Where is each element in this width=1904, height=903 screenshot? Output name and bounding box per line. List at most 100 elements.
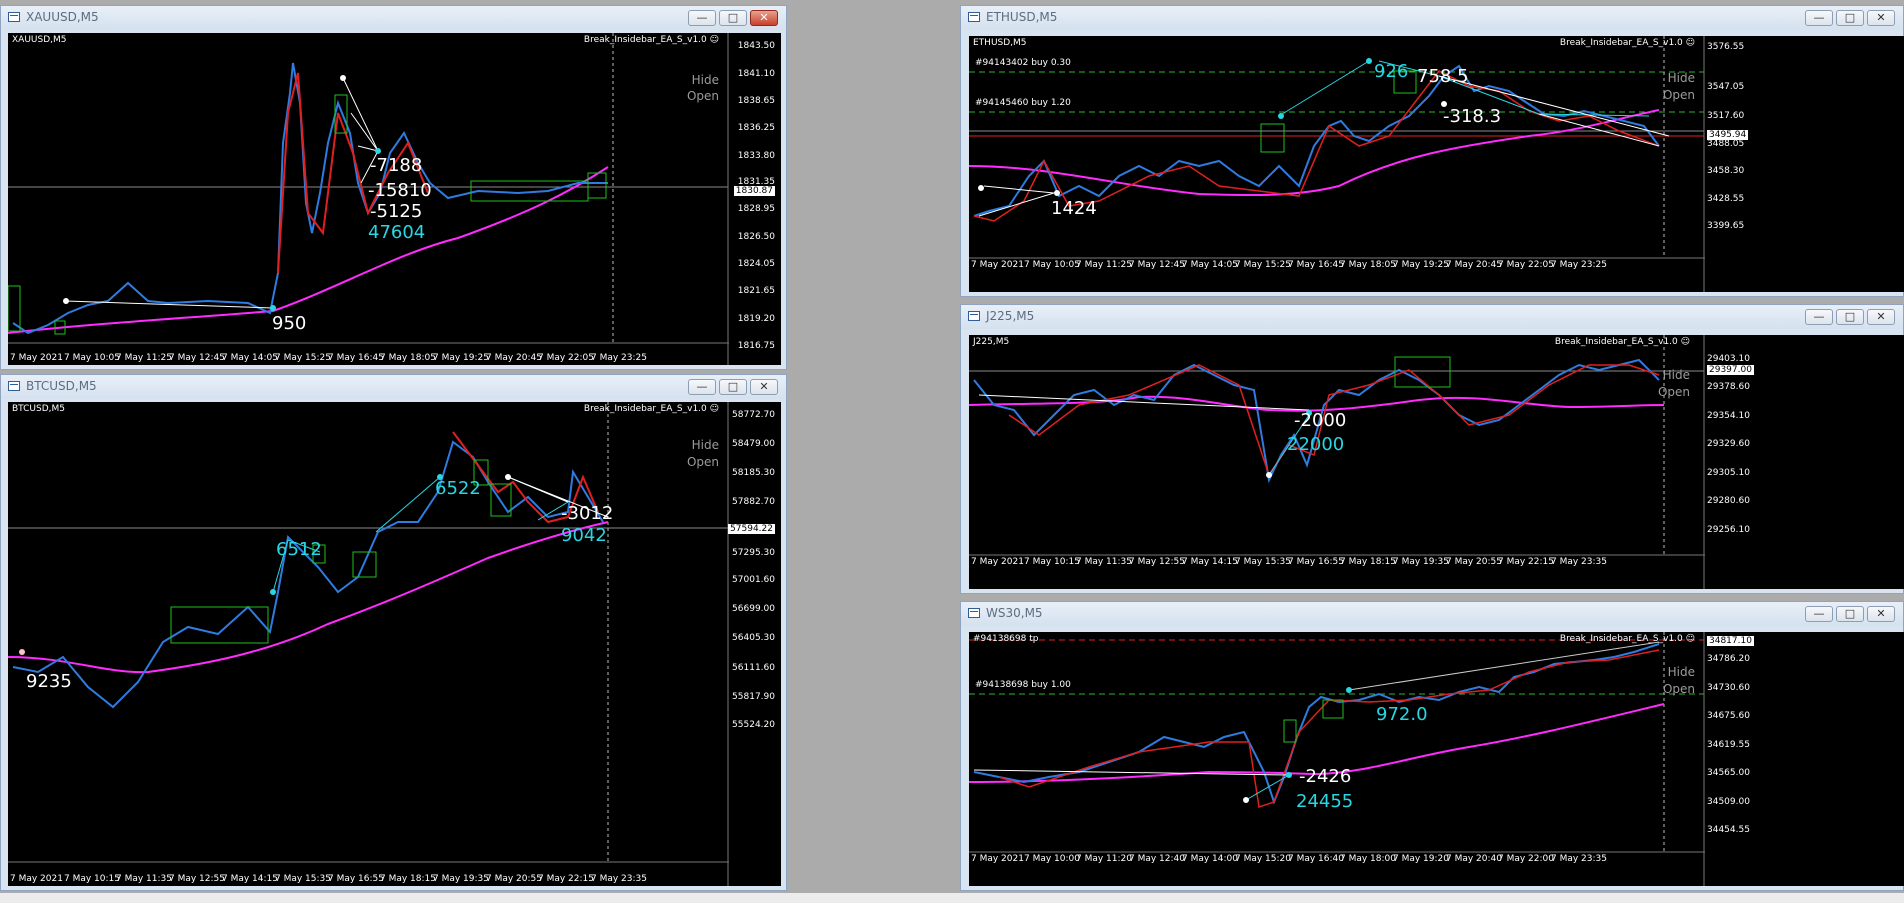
maximize-button[interactable]: □ [1836, 309, 1864, 325]
close-button[interactable]: ✕ [1867, 10, 1895, 26]
minimize-button[interactable]: — [1805, 606, 1833, 622]
time-tick: 7 May 15:25 [1235, 260, 1291, 270]
time-tick: 7 May 22:05 [1498, 260, 1554, 270]
hide-label[interactable]: Hide [692, 438, 719, 452]
price-tick: 1841.10 [737, 69, 775, 79]
price-tick: 1838.65 [737, 96, 775, 106]
maximize-button[interactable]: □ [719, 379, 747, 395]
time-tick: 7 May 19:35 [1393, 557, 1449, 567]
hide-label[interactable]: Hide [1668, 665, 1695, 679]
trade-label: 9042 [561, 525, 607, 546]
trade-label: 47604 [368, 222, 426, 243]
maximize-button[interactable]: □ [1836, 10, 1864, 26]
trade-label: 24455 [1296, 791, 1354, 812]
hide-label[interactable]: Hide [692, 73, 719, 87]
chart-window-xauusd[interactable]: XAUUSD,M5 — □ ✕ XAUUSD,M5 Break_Insideba… [0, 5, 787, 370]
time-tick: 7 May 16:55 [1288, 557, 1344, 567]
titlebar[interactable]: XAUUSD,M5 — □ ✕ [1, 6, 786, 30]
time-tick: 7 May 16:45 [328, 353, 384, 363]
time-tick: 7 May 12:45 [1129, 260, 1185, 270]
maximize-button[interactable]: □ [719, 10, 747, 26]
close-icon: ✕ [759, 11, 769, 24]
chart-plot-area[interactable]: J225,M5 Break_Insidebar_EA_S_v1.0 ☺ Hide… [969, 335, 1904, 589]
window-title: BTCUSD,M5 [26, 379, 97, 393]
open-label[interactable]: Open [1658, 385, 1690, 399]
chart-window-ethusd[interactable]: ETHUSD,M5 — □ ✕ ETHUSD,M5 #94143402 buy … [960, 5, 1904, 297]
price-tick: 3458.30 [1707, 166, 1745, 176]
time-tick: 7 May 20:55 [486, 874, 542, 884]
maximize-button[interactable]: □ [1836, 606, 1864, 622]
price-tick: 3576.55 [1707, 42, 1745, 52]
time-tick: 7 May 2021 [10, 874, 63, 884]
time-tick: 7 May 15:20 [1235, 854, 1291, 864]
time-tick: 7 May 18:05 [380, 353, 436, 363]
price-tick: 34454.55 [1707, 825, 1750, 835]
ea-name-label: Break_Insidebar_EA_S_v1.0 ☺ [1559, 634, 1695, 644]
price-tick: 57001.60 [732, 575, 775, 585]
time-tick: 7 May 20:40 [1446, 854, 1502, 864]
chart-plot-area[interactable]: BTCUSD,M5 Break_Insidebar_EA_S_v1.0 ☺ Hi… [8, 402, 781, 886]
titlebar[interactable]: BTCUSD,M5 — □ ✕ [1, 375, 786, 399]
order-label: #94145460 buy 1.20 [975, 98, 1071, 108]
titlebar[interactable]: WS30,M5 — □ ✕ [961, 602, 1903, 626]
price-tick: 29403.10 [1707, 354, 1750, 364]
time-tick: 7 May 12:40 [1129, 854, 1185, 864]
price-tick: 29305.10 [1707, 468, 1750, 478]
chart-plot-area[interactable]: #94138698 tp #94138698 buy 1.00 Break_In… [969, 632, 1904, 886]
time-tick: 7 May 15:25 [275, 353, 331, 363]
open-label[interactable]: Open [687, 89, 719, 103]
time-tick: 7 May 14:05 [1182, 260, 1238, 270]
order-label: #94143402 buy 0.30 [975, 58, 1071, 68]
minimize-button[interactable]: — [688, 379, 716, 395]
time-tick: 7 May 2021 [971, 854, 1024, 864]
minimize-button[interactable]: — [688, 10, 716, 26]
open-label[interactable]: Open [1663, 682, 1695, 696]
close-button[interactable]: ✕ [1867, 309, 1895, 325]
chart-window-j225[interactable]: J225,M5 — □ ✕ J225,M5 Break_Insidebar_EA… [960, 304, 1904, 594]
price-tick: 1833.80 [737, 151, 775, 161]
chart-symbol-label: #94138698 tp [973, 634, 1039, 644]
current-price-tag: 1830.87 [733, 186, 775, 196]
time-tick: 7 May 10:05 [64, 353, 120, 363]
chart-window-icon [968, 12, 980, 22]
trade-label: 6512 [276, 539, 322, 560]
close-button[interactable]: ✕ [750, 379, 778, 395]
chart-symbol-label: BTCUSD,M5 [12, 404, 66, 414]
trade-label: -318.3 [1443, 106, 1502, 127]
time-tick: 7 May 12:55 [169, 874, 225, 884]
current-price-tag: 57594.22 [728, 524, 775, 534]
close-button[interactable]: ✕ [1867, 606, 1895, 622]
time-tick: 7 May 23:35 [1551, 854, 1607, 864]
price-axis: 3576.55 3547.05 3517.60 3495.94 3488.05 … [1705, 36, 1904, 292]
price-tick: 34675.60 [1707, 711, 1750, 721]
open-label[interactable]: Open [1663, 88, 1695, 102]
price-tick: 56699.00 [732, 604, 775, 614]
minimize-button[interactable]: — [1805, 309, 1833, 325]
time-tick: 7 May 22:15 [1498, 557, 1554, 567]
maximize-icon: □ [1844, 11, 1856, 24]
hide-label[interactable]: Hide [1663, 368, 1690, 382]
titlebar[interactable]: ETHUSD,M5 — □ ✕ [961, 6, 1903, 30]
chart-window-ws30[interactable]: WS30,M5 — □ ✕ #94138698 tp #94138698 buy… [960, 601, 1904, 891]
titlebar[interactable]: J225,M5 — □ ✕ [961, 305, 1903, 329]
price-tick: 1836.25 [737, 123, 775, 133]
window-title: XAUUSD,M5 [26, 10, 99, 24]
hide-label[interactable]: Hide [1668, 71, 1695, 85]
time-tick: 7 May 23:25 [591, 353, 647, 363]
time-tick: 7 May 15:35 [1235, 557, 1291, 567]
close-button[interactable]: ✕ [750, 10, 778, 26]
minimize-icon: — [1813, 11, 1825, 24]
time-tick: 7 May 11:25 [1076, 260, 1132, 270]
open-label[interactable]: Open [687, 455, 719, 469]
close-icon: ✕ [1876, 607, 1886, 620]
close-icon: ✕ [759, 380, 769, 393]
minimize-button[interactable]: — [1805, 10, 1833, 26]
chart-plot-area[interactable]: ETHUSD,M5 #94143402 buy 0.30 #94145460 b… [969, 36, 1904, 292]
price-tick: 57295.30 [732, 548, 775, 558]
price-tick: 3488.05 [1707, 139, 1745, 149]
time-tick: 7 May 22:15 [538, 874, 594, 884]
close-icon: ✕ [1876, 310, 1886, 323]
chart-plot-area[interactable]: XAUUSD,M5 Break_Insidebar_EA_S_v1.0 ☺ Hi… [8, 33, 781, 365]
chart-window-btcusd[interactable]: BTCUSD,M5 — □ ✕ BTCUSD,M5 Break_Insideba… [0, 374, 787, 891]
price-tick: 55817.90 [732, 692, 775, 702]
